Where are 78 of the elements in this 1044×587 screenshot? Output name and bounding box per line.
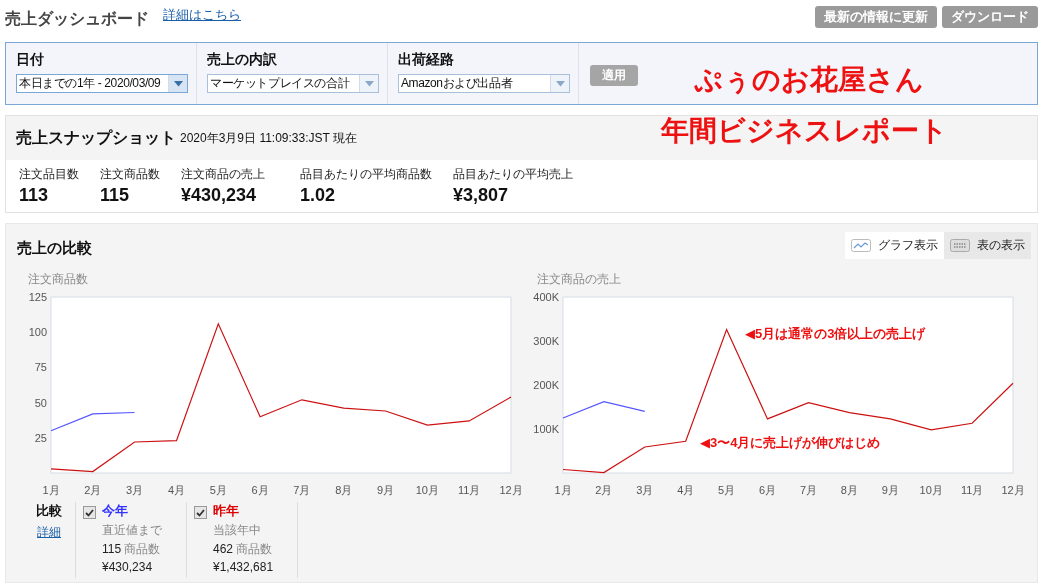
series-amount: ¥430,234 bbox=[102, 560, 154, 574]
filter-label: 日付 bbox=[16, 51, 45, 69]
tick-label: 9月 bbox=[377, 484, 395, 496]
legend-label: 比較 bbox=[36, 502, 62, 520]
tick-label: 100 bbox=[28, 326, 47, 339]
series-note: 直近値まで bbox=[102, 522, 162, 539]
series-note: 当該年中 bbox=[213, 522, 262, 539]
tick-label: 2月 bbox=[84, 484, 102, 496]
view-tab[interactable]: グラフ表示 bbox=[845, 231, 944, 259]
series-count: 115 商品数 bbox=[102, 541, 162, 558]
metric-label: 注文商品の売上 bbox=[181, 166, 266, 183]
tick-label: 75 bbox=[34, 361, 47, 374]
metric-label: 品目あたりの平均売上 bbox=[453, 166, 573, 183]
tick-label: 125 bbox=[28, 291, 47, 303]
metric-value: ¥430,234 bbox=[181, 185, 258, 206]
tick-label: 10月 bbox=[415, 484, 439, 496]
metric-value: 1.02 bbox=[300, 185, 337, 206]
series-name: 昨年 bbox=[213, 502, 240, 520]
tick-label: 11月 bbox=[960, 484, 984, 496]
series-count: 462 商品数 bbox=[213, 541, 274, 558]
tick-label: 12月 bbox=[1001, 484, 1025, 496]
details-link[interactable]: 詳細はこちら bbox=[163, 6, 241, 24]
dropdown[interactable]: 本日までの1年 - 2020/03/09 bbox=[16, 74, 188, 93]
checkbox[interactable] bbox=[194, 506, 207, 519]
caret-icon bbox=[555, 80, 565, 87]
tick-label: 9月 bbox=[881, 484, 899, 496]
tick-label: 12月 bbox=[499, 484, 523, 496]
filter-label: 売上の内訳 bbox=[207, 51, 278, 69]
tick-label: 7月 bbox=[799, 484, 817, 496]
metric-label: 注文品目数 bbox=[19, 166, 80, 183]
snapshot-timestamp: 2020年3月9日 11:09:33:JST 現在 bbox=[180, 129, 357, 147]
series-name: 今年 bbox=[102, 502, 129, 520]
axis-title: 注文商品の売上 bbox=[537, 272, 621, 286]
tick-label: 10月 bbox=[919, 484, 943, 496]
metric-label: 注文商品数 bbox=[100, 166, 161, 183]
tick-label: 5月 bbox=[209, 484, 227, 496]
annotation: ◀5月は通常の3倍以上の売上げ bbox=[745, 326, 926, 342]
metric-value: ¥3,807 bbox=[453, 185, 510, 206]
tick-label: 8月 bbox=[335, 484, 353, 496]
tick-label: 3月 bbox=[126, 484, 144, 496]
checkbox[interactable] bbox=[83, 506, 96, 519]
axis-title: 注文商品数 bbox=[28, 272, 88, 286]
page-title: 売上ダッシュボード bbox=[5, 9, 149, 29]
line-chart-icon bbox=[851, 238, 871, 252]
tick-label: 25 bbox=[34, 431, 47, 444]
tick-label: 6月 bbox=[251, 484, 269, 496]
tick-label: 6月 bbox=[759, 484, 777, 496]
metric-value: 113 bbox=[19, 185, 50, 206]
tick-label: 4月 bbox=[167, 484, 185, 496]
tick-label: 8月 bbox=[840, 484, 858, 496]
caret-icon bbox=[364, 80, 374, 87]
tick-label: 300K bbox=[533, 335, 559, 347]
dropdown[interactable]: マーケットプレイスの合計 bbox=[207, 74, 379, 93]
overlay-title: 年間ビジネスレポート bbox=[661, 114, 948, 148]
tick-label: 100K bbox=[533, 423, 559, 435]
details-link[interactable]: 詳細 bbox=[37, 524, 61, 541]
metric-label: 品目あたりの平均商品数 bbox=[300, 166, 433, 183]
snapshot-title: 売上スナップショット bbox=[16, 127, 176, 148]
filter-label: 出荷経路 bbox=[398, 51, 455, 69]
tick-label: 2月 bbox=[595, 484, 613, 496]
dropdown[interactable]: Amazonおよび出品者 bbox=[398, 74, 570, 93]
series-amount: ¥1,432,681 bbox=[213, 560, 274, 574]
keyboard-icon bbox=[950, 238, 970, 252]
comparison-title: 売上の比較 bbox=[17, 238, 92, 258]
tick-label: 200K bbox=[533, 379, 559, 391]
tick-label: 4月 bbox=[677, 484, 695, 496]
tick-label: 3月 bbox=[636, 484, 654, 496]
caret-icon bbox=[173, 80, 183, 87]
tick-label: 7月 bbox=[293, 484, 311, 496]
overlay-title: ぷぅのお花屋さん bbox=[694, 63, 924, 97]
tick-label: 5月 bbox=[718, 484, 736, 496]
tick-label: 50 bbox=[34, 396, 47, 409]
tick-label: 11月 bbox=[457, 484, 481, 496]
tick-label: 1月 bbox=[554, 484, 572, 496]
tick-label: 1月 bbox=[42, 484, 60, 496]
annotation: ◀3〜4月に売上げが伸びはじめ bbox=[700, 435, 881, 451]
tick-label: 400K bbox=[533, 291, 559, 303]
metric-value: 115 bbox=[100, 185, 131, 206]
